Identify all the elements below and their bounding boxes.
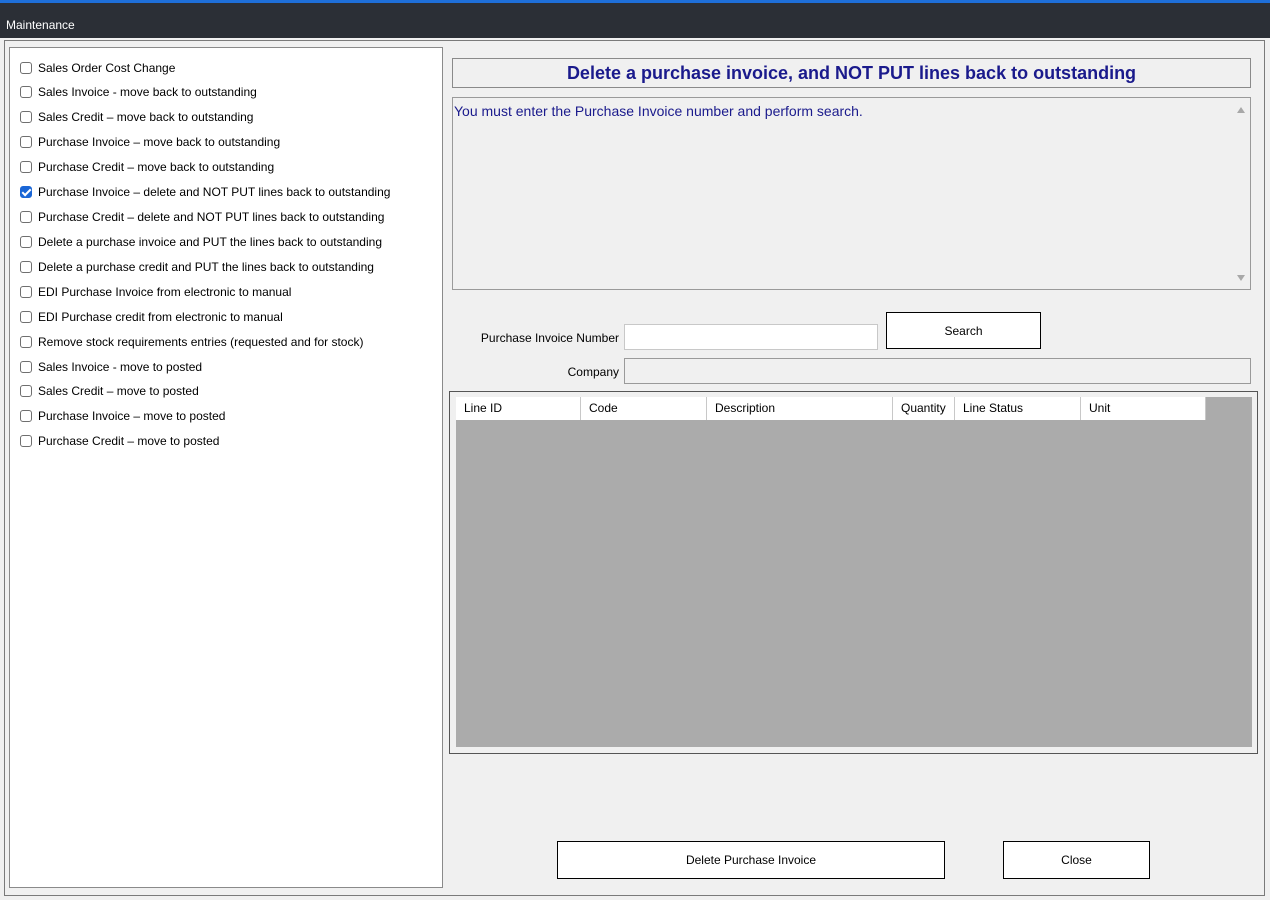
maintenance-options-list: Sales Order Cost Change Sales Invoice - …	[9, 47, 443, 888]
option-purchase-credit-to-posted[interactable]: Purchase Credit – move to posted	[20, 431, 219, 451]
option-label: Purchase Credit – delete and NOT PUT lin…	[38, 210, 385, 224]
option-label: Remove stock requirements entries (reque…	[38, 335, 364, 349]
option-label: Sales Invoice - move back to outstanding	[38, 85, 257, 99]
checkbox-checked[interactable]	[20, 186, 32, 198]
scroll-up-arrow-icon[interactable]	[1237, 107, 1245, 113]
checkbox[interactable]	[20, 286, 32, 298]
checkbox[interactable]	[20, 236, 32, 248]
option-sales-order-cost-change[interactable]: Sales Order Cost Change	[20, 58, 175, 78]
column-header-unit[interactable]: Unit	[1081, 397, 1206, 420]
checkbox[interactable]	[20, 311, 32, 323]
option-label: Sales Credit – move to posted	[38, 384, 199, 398]
option-label: Purchase Invoice – delete and NOT PUT li…	[38, 185, 391, 199]
option-label: Sales Invoice - move to posted	[38, 360, 203, 374]
option-sales-credit-to-posted[interactable]: Sales Credit – move to posted	[20, 381, 199, 401]
delete-purchase-invoice-button[interactable]: Delete Purchase Invoice	[557, 841, 945, 879]
checkbox[interactable]	[20, 361, 32, 373]
option-sales-invoice-to-posted[interactable]: Sales Invoice - move to posted	[20, 357, 202, 377]
message-textbox[interactable]: You must enter the Purchase Invoice numb…	[452, 97, 1251, 290]
option-label: Purchase Credit – move back to outstandi…	[38, 160, 275, 174]
option-label: Purchase Credit – move to posted	[38, 434, 220, 448]
column-header-line-status[interactable]: Line Status	[955, 397, 1081, 420]
option-purchase-invoice-delete-not-put[interactable]: Purchase Invoice – delete and NOT PUT li…	[20, 182, 390, 202]
company-field	[624, 358, 1251, 384]
window-title: Maintenance	[6, 18, 75, 32]
window-titlebar: Maintenance	[0, 0, 1270, 38]
option-purchase-credit-move-back[interactable]: Purchase Credit – move back to outstandi…	[20, 157, 274, 177]
option-edi-credit-to-manual[interactable]: EDI Purchase credit from electronic to m…	[20, 307, 283, 327]
option-label: Sales Order Cost Change	[38, 61, 176, 75]
checkbox[interactable]	[20, 435, 32, 447]
search-button[interactable]: Search	[886, 312, 1041, 349]
option-sales-invoice-move-back[interactable]: Sales Invoice - move back to outstanding	[20, 82, 257, 102]
checkbox[interactable]	[20, 86, 32, 98]
scroll-down-arrow-icon[interactable]	[1237, 275, 1245, 281]
close-button[interactable]: Close	[1003, 841, 1150, 879]
option-purchase-invoice-to-posted[interactable]: Purchase Invoice – move to posted	[20, 406, 225, 426]
checkbox[interactable]	[20, 136, 32, 148]
operation-heading: Delete a purchase invoice, and NOT PUT l…	[452, 58, 1251, 88]
option-remove-stock-requirements[interactable]: Remove stock requirements entries (reque…	[20, 332, 363, 352]
checkbox[interactable]	[20, 211, 32, 223]
column-header-quantity[interactable]: Quantity	[893, 397, 955, 420]
invoice-number-input[interactable]	[624, 324, 878, 350]
option-delete-purchase-invoice-put[interactable]: Delete a purchase invoice and PUT the li…	[20, 232, 382, 252]
column-header-description[interactable]: Description	[707, 397, 893, 420]
option-label: Delete a purchase invoice and PUT the li…	[38, 235, 382, 249]
checkbox[interactable]	[20, 410, 32, 422]
company-label: Company	[567, 365, 619, 379]
option-label: Delete a purchase credit and PUT the lin…	[38, 260, 374, 274]
option-label: EDI Purchase credit from electronic to m…	[38, 310, 283, 324]
option-label: Sales Credit – move back to outstanding	[38, 110, 254, 124]
instruction-message: You must enter the Purchase Invoice numb…	[454, 103, 863, 119]
message-scrollbar[interactable]	[1233, 98, 1250, 289]
grid-header: Line ID Code Description Quantity Line S…	[456, 397, 1206, 420]
invoice-number-label: Purchase Invoice Number	[480, 331, 619, 345]
option-label: Purchase Invoice – move to posted	[38, 409, 226, 423]
column-header-line-id[interactable]: Line ID	[456, 397, 581, 420]
option-purchase-invoice-move-back[interactable]: Purchase Invoice – move back to outstand…	[20, 132, 280, 152]
checkbox[interactable]	[20, 161, 32, 173]
option-delete-purchase-credit-put[interactable]: Delete a purchase credit and PUT the lin…	[20, 257, 374, 277]
option-label: Purchase Invoice – move back to outstand…	[38, 135, 281, 149]
checkbox[interactable]	[20, 385, 32, 397]
grid-empty-area[interactable]	[456, 397, 1252, 747]
checkbox[interactable]	[20, 261, 32, 273]
option-sales-credit-move-back[interactable]: Sales Credit – move back to outstanding	[20, 107, 253, 127]
option-purchase-credit-delete-not-put[interactable]: Purchase Credit – delete and NOT PUT lin…	[20, 207, 384, 227]
option-label: EDI Purchase Invoice from electronic to …	[38, 285, 292, 299]
option-edi-invoice-to-manual[interactable]: EDI Purchase Invoice from electronic to …	[20, 282, 291, 302]
checkbox[interactable]	[20, 111, 32, 123]
checkbox[interactable]	[20, 336, 32, 348]
column-header-code[interactable]: Code	[581, 397, 707, 420]
checkbox[interactable]	[20, 62, 32, 74]
